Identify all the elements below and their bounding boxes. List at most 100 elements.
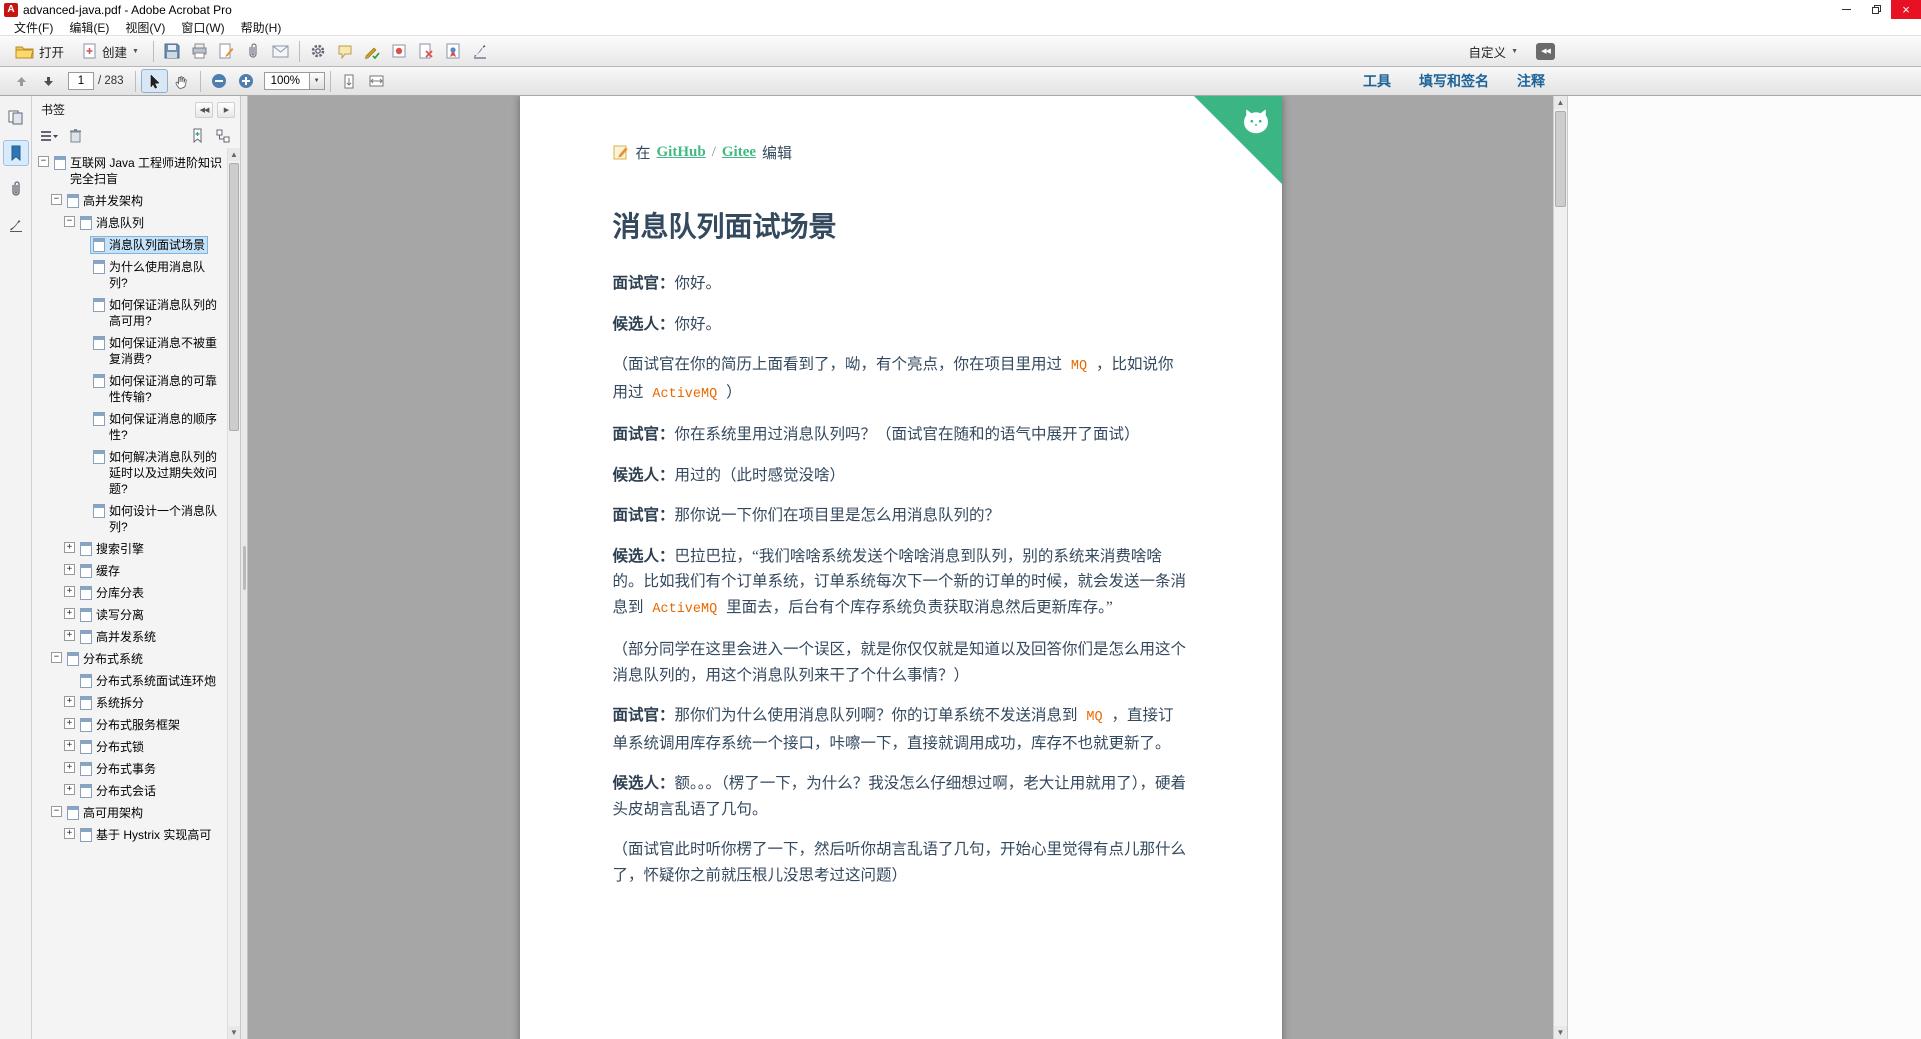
scroll-down-arrow[interactable]: ▼ bbox=[228, 1026, 240, 1039]
bookmark-item[interactable]: + 高并发系统 bbox=[38, 626, 227, 648]
menu-item[interactable]: 视图(V) bbox=[117, 19, 173, 36]
tab-fill-sign[interactable]: 填写和签名 bbox=[1419, 71, 1489, 91]
gitee-link[interactable]: Gitee bbox=[722, 144, 756, 161]
bookmark-expander[interactable]: + bbox=[64, 586, 75, 597]
bookmark-target[interactable]: 如何保证消息不被重复消费? bbox=[90, 334, 226, 368]
bookmark-item[interactable]: + 分布式服务框架 bbox=[38, 714, 227, 736]
comment-icon[interactable] bbox=[332, 39, 359, 63]
page-thumbnails-button[interactable] bbox=[3, 104, 29, 130]
bookmark-expander[interactable]: + bbox=[64, 784, 75, 795]
bookmark-options-button[interactable] bbox=[38, 126, 60, 146]
bookmark-target[interactable]: 缓存 bbox=[77, 562, 123, 580]
stamp-icon[interactable] bbox=[386, 39, 413, 63]
bookmark-item[interactable]: + 系统拆分 bbox=[38, 692, 227, 714]
bookmark-target[interactable]: 分布式服务框架 bbox=[77, 716, 183, 734]
export-icon[interactable] bbox=[213, 39, 240, 63]
bookmark-expander[interactable]: + bbox=[64, 740, 75, 751]
bookmark-target[interactable]: 分布式系统 bbox=[64, 650, 146, 668]
expand-bookmarks-button[interactable] bbox=[212, 126, 234, 146]
bookmark-item[interactable]: + 分布式锁 bbox=[38, 736, 227, 758]
bookmark-item[interactable]: − 高可用架构 bbox=[38, 802, 227, 824]
page-scroll-view-button[interactable] bbox=[336, 69, 363, 93]
bookmark-target[interactable]: 如何保证消息的可靠性传输? bbox=[90, 372, 226, 406]
bookmark-item[interactable]: 分布式系统面试连环炮 bbox=[38, 670, 227, 692]
page-fit-view-button[interactable] bbox=[363, 69, 390, 93]
doc-scrollbar[interactable]: ▲ ▼ bbox=[1553, 96, 1567, 1039]
customize-button[interactable]: 自定义 ▼ bbox=[1460, 39, 1527, 64]
next-page-button[interactable] bbox=[35, 69, 62, 93]
document-area[interactable]: 在 GitHub / Gitee 编辑 消息队列面试场景 面试官：你好。 候选人：… bbox=[248, 96, 1553, 1039]
bookmark-target[interactable]: 分库分表 bbox=[77, 584, 147, 602]
github-link[interactable]: GitHub bbox=[657, 144, 706, 161]
bookmark-expander[interactable]: + bbox=[64, 542, 75, 553]
bookmark-item[interactable]: + 分库分表 bbox=[38, 582, 227, 604]
minimize-button[interactable] bbox=[1831, 0, 1861, 19]
bookmark-item[interactable]: − 互联网 Java 工程师进阶知识完全扫盲 bbox=[38, 152, 227, 190]
create-button[interactable]: 创建 ▼ bbox=[73, 39, 148, 64]
bookmark-item[interactable]: − 高并发架构 bbox=[38, 190, 227, 212]
bookmark-item[interactable]: 如何保证消息不被重复消费? bbox=[38, 332, 227, 370]
bookmark-item[interactable]: − 消息队列 bbox=[38, 212, 227, 234]
bookmark-target[interactable]: 为什么使用消息队列? bbox=[90, 258, 226, 292]
bookmark-expander[interactable]: − bbox=[51, 652, 62, 663]
certificate-icon[interactable] bbox=[440, 39, 467, 63]
bookmarks-panel-button[interactable] bbox=[2, 140, 29, 166]
bookmark-target[interactable]: 如何设计一个消息队列? bbox=[90, 502, 226, 536]
bookmark-target[interactable]: 分布式会话 bbox=[77, 782, 159, 800]
bookmark-target[interactable]: 分布式系统面试连环炮 bbox=[77, 672, 219, 690]
approve-icon[interactable] bbox=[359, 39, 386, 63]
bookmark-expander[interactable]: + bbox=[64, 718, 75, 729]
bookmark-item[interactable]: + 分布式事务 bbox=[38, 758, 227, 780]
doc-scrollbar-thumb[interactable] bbox=[1555, 111, 1566, 207]
bookmark-expander[interactable]: − bbox=[64, 216, 75, 227]
bookmark-item[interactable]: 如何解决消息队列的延时以及过期失效问题? bbox=[38, 446, 227, 500]
print-icon[interactable] bbox=[186, 39, 213, 63]
delete-bookmark-button[interactable] bbox=[64, 126, 86, 146]
bookmark-expander[interactable]: + bbox=[64, 762, 75, 773]
sidebar-scrollbar-thumb[interactable] bbox=[229, 163, 239, 431]
menu-item[interactable]: 文件(F) bbox=[6, 19, 61, 36]
email-icon[interactable] bbox=[267, 39, 294, 63]
bookmark-expander[interactable]: − bbox=[51, 194, 62, 205]
bookmark-item[interactable]: 如何保证消息的可靠性传输? bbox=[38, 370, 227, 408]
zoom-level-select[interactable]: 100% ▼ bbox=[263, 72, 325, 90]
gear-icon[interactable] bbox=[305, 39, 332, 63]
scroll-up-arrow[interactable]: ▲ bbox=[228, 148, 240, 161]
bookmark-item[interactable]: + 读写分离 bbox=[38, 604, 227, 626]
bookmark-expander[interactable]: + bbox=[64, 564, 75, 575]
bookmark-target[interactable]: 如何解决消息队列的延时以及过期失效问题? bbox=[90, 448, 226, 498]
bookmark-item[interactable]: 消息队列面试场景 bbox=[38, 234, 227, 256]
bookmark-selected[interactable]: 消息队列面试场景 bbox=[90, 236, 209, 254]
reject-icon[interactable] bbox=[413, 39, 440, 63]
menu-item[interactable]: 窗口(W) bbox=[173, 19, 232, 36]
tab-comment[interactable]: 注释 bbox=[1517, 71, 1545, 91]
bookmark-item[interactable]: 如何保证消息的顺序性? bbox=[38, 408, 227, 446]
hand-tool-button[interactable] bbox=[168, 69, 195, 93]
scroll-up-arrow[interactable]: ▲ bbox=[1554, 96, 1567, 109]
bookmark-target[interactable]: 系统拆分 bbox=[77, 694, 147, 712]
bookmark-item[interactable]: + 分布式会话 bbox=[38, 780, 227, 802]
signatures-button[interactable] bbox=[3, 212, 29, 238]
chevron-down-icon[interactable]: ▼ bbox=[309, 72, 325, 90]
attachments-button[interactable] bbox=[3, 176, 29, 202]
collapse-panel-button[interactable]: ◀◀ bbox=[195, 101, 213, 118]
menu-item[interactable]: 帮助(H) bbox=[233, 19, 290, 36]
bookmark-target[interactable]: 高并发架构 bbox=[64, 192, 146, 210]
menu-item[interactable]: 编辑(E) bbox=[61, 19, 117, 36]
bookmark-target[interactable]: 高可用架构 bbox=[64, 804, 146, 822]
bookmark-target[interactable]: 消息队列 bbox=[77, 214, 147, 232]
bookmark-item[interactable]: 如何设计一个消息队列? bbox=[38, 500, 227, 538]
bookmark-item[interactable]: + 搜索引擎 bbox=[38, 538, 227, 560]
bookmark-target[interactable]: 如何保证消息队列的高可用? bbox=[90, 296, 226, 330]
save-icon[interactable] bbox=[159, 39, 186, 63]
restore-button[interactable] bbox=[1861, 0, 1891, 19]
bookmark-item[interactable]: 为什么使用消息队列? bbox=[38, 256, 227, 294]
bookmark-target[interactable]: 如何保证消息的顺序性? bbox=[90, 410, 226, 444]
bookmark-target[interactable]: 互联网 Java 工程师进阶知识完全扫盲 bbox=[51, 154, 226, 188]
open-button[interactable]: 打开 bbox=[6, 39, 73, 64]
close-button[interactable]: × bbox=[1891, 0, 1921, 19]
bookmark-expander[interactable]: − bbox=[51, 806, 62, 817]
sign-icon[interactable] bbox=[467, 39, 494, 63]
bookmark-target[interactable]: 基于 Hystrix 实现高可 bbox=[77, 826, 214, 844]
bookmark-item[interactable]: + 基于 Hystrix 实现高可 bbox=[38, 824, 227, 846]
